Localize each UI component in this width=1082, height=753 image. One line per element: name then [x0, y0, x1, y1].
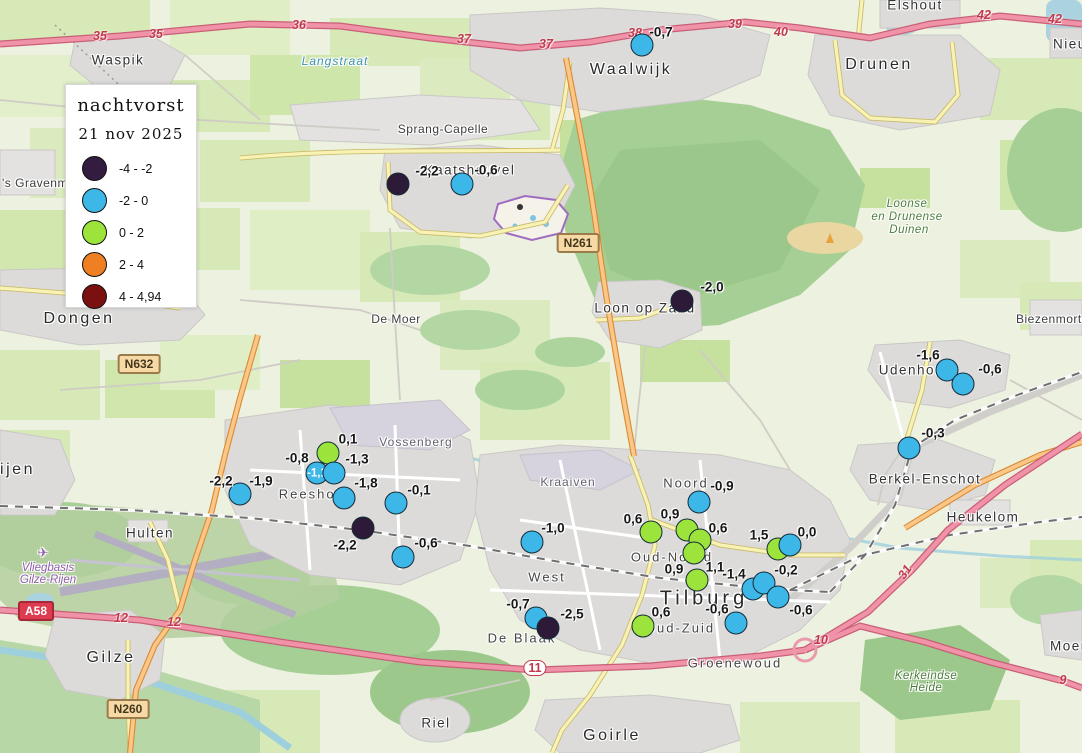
legend-swatch-darkred — [82, 284, 107, 309]
legend-item: 0 - 2 — [66, 220, 196, 245]
frost-point[interactable] — [352, 517, 375, 540]
frost-point[interactable] — [725, 612, 748, 635]
legend-swatch-orange — [82, 252, 107, 277]
map-viewport[interactable]: WaalwijkDrunenDongenTilburgGoirleGilzeRi… — [0, 0, 1082, 753]
legend-rows: -4 - -2 -2 - 0 0 - 2 2 - 4 4 - 4,94 — [66, 156, 196, 309]
frost-point[interactable] — [952, 373, 975, 396]
frost-point[interactable] — [631, 34, 654, 57]
frost-point[interactable] — [387, 173, 410, 196]
frost-point[interactable] — [451, 173, 474, 196]
legend-item-label: 0 - 2 — [119, 226, 144, 240]
legend-panel: nachtvorst 21 nov 2025 -4 - -2 -2 - 0 0 … — [65, 84, 197, 308]
legend-item: -4 - -2 — [66, 156, 196, 181]
legend-item-label: -2 - 0 — [119, 194, 148, 208]
frost-point[interactable] — [229, 483, 252, 506]
frost-point[interactable] — [640, 521, 663, 544]
frost-point[interactable] — [392, 546, 415, 569]
frost-point[interactable] — [632, 615, 655, 638]
legend-swatch-dark — [82, 156, 107, 181]
frost-point[interactable] — [537, 617, 560, 640]
frost-point[interactable] — [688, 491, 711, 514]
frost-point[interactable] — [686, 569, 709, 592]
frost-point[interactable] — [898, 437, 921, 460]
frost-point[interactable] — [521, 531, 544, 554]
frost-point[interactable] — [333, 487, 356, 510]
legend-item: -2 - 0 — [66, 188, 196, 213]
legend-item: 2 - 4 — [66, 252, 196, 277]
legend-item-label: 4 - 4,94 — [119, 290, 161, 304]
frost-point[interactable] — [671, 290, 694, 313]
frost-point[interactable] — [767, 586, 790, 609]
frost-point[interactable] — [385, 492, 408, 515]
legend-swatch-green — [82, 220, 107, 245]
legend-date: 21 nov 2025 — [66, 125, 196, 143]
frost-point[interactable] — [779, 534, 802, 557]
legend-swatch-blue — [82, 188, 107, 213]
frost-point[interactable] — [683, 542, 706, 565]
legend-title: nachtvorst — [66, 95, 196, 116]
legend-item: 4 - 4,94 — [66, 284, 196, 309]
legend-item-label: 2 - 4 — [119, 258, 144, 272]
frost-point[interactable] — [323, 462, 346, 485]
legend-item-label: -4 - -2 — [119, 162, 152, 176]
